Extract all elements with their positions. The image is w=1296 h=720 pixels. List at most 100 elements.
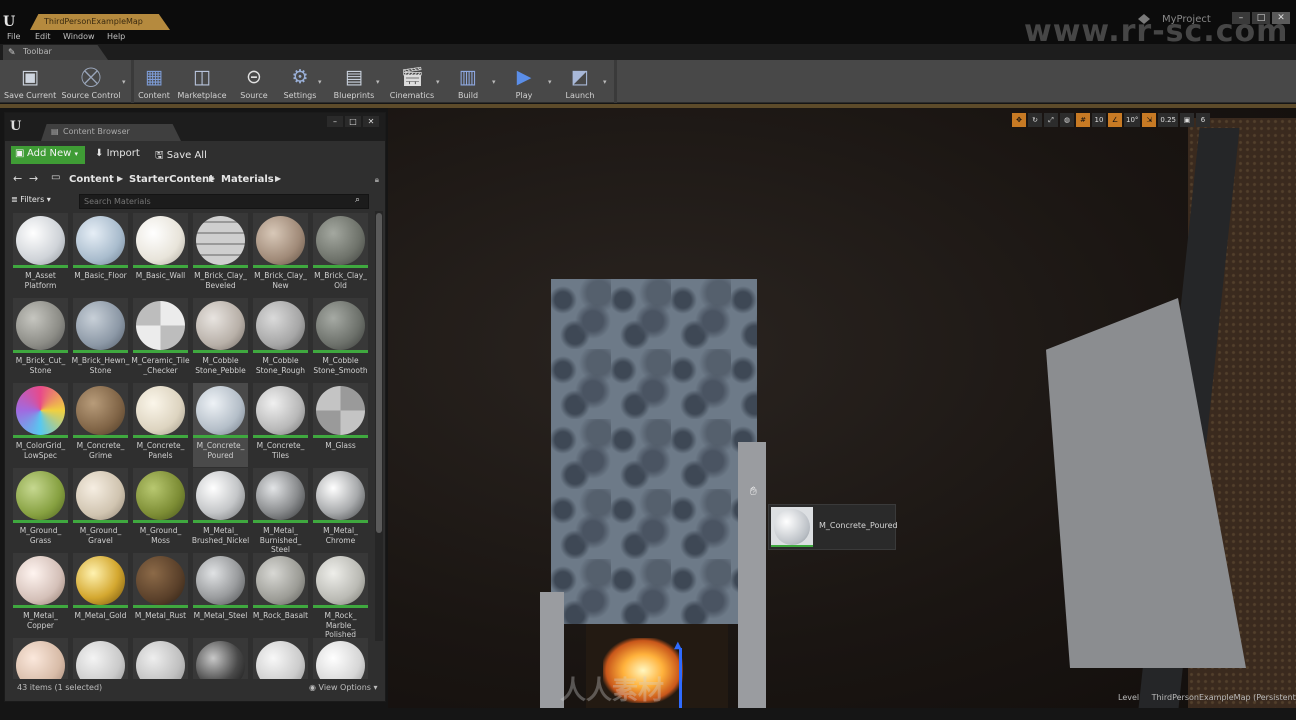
marketplace-button[interactable]: ◫ Marketplace <box>176 60 228 103</box>
asset-tile[interactable]: M_Metal_ Brushed_Nickel <box>192 468 249 552</box>
add-new-button[interactable]: ▣ Add New ▾ <box>11 146 85 164</box>
forward-arrow-icon[interactable]: → <box>29 172 38 185</box>
asset-tile[interactable]: M_Ceramic_Tile _Checker <box>131 298 190 382</box>
asset-tile[interactable]: M_Concrete_ Poured <box>193 383 248 467</box>
asset-tile[interactable]: M_Basic_Floor <box>73 213 128 297</box>
material-sphere-icon <box>316 386 365 435</box>
asset-tile[interactable]: M_Concrete_ Tiles <box>253 383 308 467</box>
asset-tile[interactable]: M_Ground_ Grass <box>13 468 68 552</box>
settings-button[interactable]: ⚙ Settings <box>280 60 320 103</box>
view-options-button[interactable]: ◉ View Options ▾ <box>309 683 378 692</box>
asset-tile[interactable]: M_Metal_ Copper <box>13 553 68 637</box>
asset-tile[interactable]: M_Cobble Stone_Smooth <box>313 298 368 382</box>
source-control-dropdown-icon[interactable]: ▾ <box>122 78 126 86</box>
cinematics-dropdown-icon[interactable]: ▾ <box>436 78 440 86</box>
save-current-button[interactable]: ▣ Save Current <box>4 60 56 103</box>
breadcrumb-content[interactable]: Content <box>69 174 114 185</box>
breadcrumb-materials[interactable]: Materials <box>221 174 274 185</box>
settings-dropdown-icon[interactable]: ▾ <box>318 78 322 86</box>
camera-speed-value[interactable]: 6 <box>1196 113 1211 127</box>
asset-tile[interactable]: M_Metal_ Chrome <box>313 468 368 552</box>
scale-snap-icon[interactable]: ⇲ <box>1142 113 1157 127</box>
asset-tile[interactable] <box>253 638 308 679</box>
concrete-floor-mesh[interactable] <box>551 279 757 624</box>
breadcrumb-startercontent[interactable]: StarterContent <box>129 174 214 185</box>
asset-tile[interactable]: M_Ground_ Moss <box>133 468 188 552</box>
blueprints-dropdown-icon[interactable]: ▾ <box>376 78 380 86</box>
asset-tile[interactable]: M_Metal_ Burnished_ Steel <box>253 468 308 554</box>
asset-tile[interactable]: M_Brick_Hewn_ Stone <box>72 298 129 382</box>
content-button[interactable]: ▦ Content <box>136 60 172 103</box>
asset-tile[interactable]: M_Cobble Stone_Rough <box>253 298 308 382</box>
launch-button[interactable]: ◩ Launch <box>560 60 600 103</box>
build-button[interactable]: ▥ Build <box>448 60 488 103</box>
asset-tile[interactable] <box>13 638 68 679</box>
menu-help[interactable]: Help <box>107 32 125 41</box>
asset-tile[interactable]: M_Metal_Steel <box>193 553 248 637</box>
tab-content-browser[interactable]: ▤ Content Browser <box>41 124 181 141</box>
asset-tile[interactable]: M_Brick_Cut_ Stone <box>13 298 68 382</box>
asset-tile[interactable]: M_Brick_Clay_ Old <box>313 213 368 297</box>
transform-gizmo-z-axis[interactable] <box>679 648 682 708</box>
cb-minimize-button[interactable]: – <box>327 116 343 127</box>
scale-snap-value[interactable]: 0.25 <box>1158 113 1179 127</box>
asset-thumbnail <box>73 298 128 353</box>
breadcrumb-separator-icon[interactable]: ▶ <box>209 174 215 183</box>
asset-tile[interactable]: M_Cobble Stone_Pebble <box>193 298 248 382</box>
blueprints-button[interactable]: ▤ Blueprints <box>330 60 378 103</box>
menu-window[interactable]: Window <box>63 32 95 41</box>
rotate-mode-icon[interactable]: ↻ <box>1028 113 1042 127</box>
source-button[interactable]: ⊝ Source <box>236 60 272 103</box>
asset-tile[interactable]: M_ColorGrid_ LowSpec <box>13 383 68 467</box>
level-document-tab[interactable]: ThirdPersonExampleMap <box>30 14 170 30</box>
source-control-button[interactable]: ⛒ Source Control <box>60 60 122 103</box>
world-local-icon[interactable]: ◍ <box>1060 113 1074 127</box>
asset-tile[interactable]: M_Ground_ Gravel <box>73 468 128 552</box>
back-arrow-icon[interactable]: ← <box>13 172 22 185</box>
cb-maximize-button[interactable]: □ <box>345 116 361 127</box>
asset-grid-scrollbar[interactable] <box>375 211 383 641</box>
menu-edit[interactable]: Edit <box>35 32 51 41</box>
asset-tile[interactable]: M_Concrete_ Grime <box>73 383 128 467</box>
breadcrumb-separator-icon[interactable]: ▶ <box>117 174 123 183</box>
asset-tile[interactable]: M_Basic_Wall <box>133 213 188 297</box>
asset-tile[interactable] <box>133 638 188 679</box>
search-materials-input[interactable] <box>79 194 369 209</box>
asset-tile[interactable] <box>313 638 368 679</box>
build-dropdown-icon[interactable]: ▾ <box>492 78 496 86</box>
camera-speed-icon[interactable]: ▣ <box>1180 113 1195 127</box>
grid-snap-icon[interactable]: # <box>1076 113 1090 127</box>
asset-tile[interactable]: M_Asset Platform <box>13 213 68 297</box>
tab-toolbar[interactable]: ✎ Toolbar <box>3 45 108 60</box>
scrollbar-thumb[interactable] <box>376 213 382 533</box>
rotation-snap-value[interactable]: 10° <box>1124 113 1141 127</box>
asset-tile[interactable]: M_Metal_Rust <box>133 553 188 637</box>
rotation-snap-icon[interactable]: ∠ <box>1108 113 1122 127</box>
translate-mode-icon[interactable]: ✥ <box>1012 113 1026 127</box>
scale-mode-icon[interactable]: ⤢ <box>1044 113 1058 127</box>
grid-snap-value[interactable]: 10 <box>1092 113 1106 127</box>
asset-tile[interactable] <box>73 638 128 679</box>
asset-tile[interactable]: M_Brick_Clay_ Beveled <box>193 213 248 297</box>
asset-thumbnail <box>313 213 368 268</box>
lock-icon[interactable]: 🔒︎ <box>375 175 379 185</box>
asset-tile[interactable]: M_Concrete_ Panels <box>133 383 188 467</box>
cinematics-button[interactable]: 🎬︎ Cinematics <box>388 60 436 103</box>
asset-tile[interactable]: M_Rock_ Marble_ Polished <box>313 553 368 639</box>
menu-file[interactable]: File <box>7 32 20 41</box>
level-viewport[interactable]: ▲ ✋︎ M_Concrete_Poured ✥ ↻ ⤢ ◍ # 10 ∠ 10… <box>388 108 1296 708</box>
filters-button[interactable]: ≣ Filters ▾ <box>11 195 51 204</box>
cb-close-button[interactable]: ✕ <box>363 116 379 127</box>
asset-tile[interactable]: M_Glass <box>313 383 368 467</box>
asset-tile[interactable]: M_Brick_Clay_ New <box>253 213 308 297</box>
asset-tile[interactable]: M_Metal_Gold <box>73 553 128 637</box>
filters-label: Filters <box>20 195 45 204</box>
play-button[interactable]: ▶ Play <box>504 60 544 103</box>
save-all-button[interactable]: 🖫︎ Save All <box>155 148 207 165</box>
breadcrumb-separator-icon[interactable]: ▶ <box>275 174 281 183</box>
launch-dropdown-icon[interactable]: ▾ <box>603 78 607 86</box>
import-button[interactable]: ⬇ Import <box>95 148 140 159</box>
play-dropdown-icon[interactable]: ▾ <box>548 78 552 86</box>
asset-tile[interactable]: M_Rock_Basalt <box>253 553 308 637</box>
asset-tile[interactable] <box>193 638 248 679</box>
